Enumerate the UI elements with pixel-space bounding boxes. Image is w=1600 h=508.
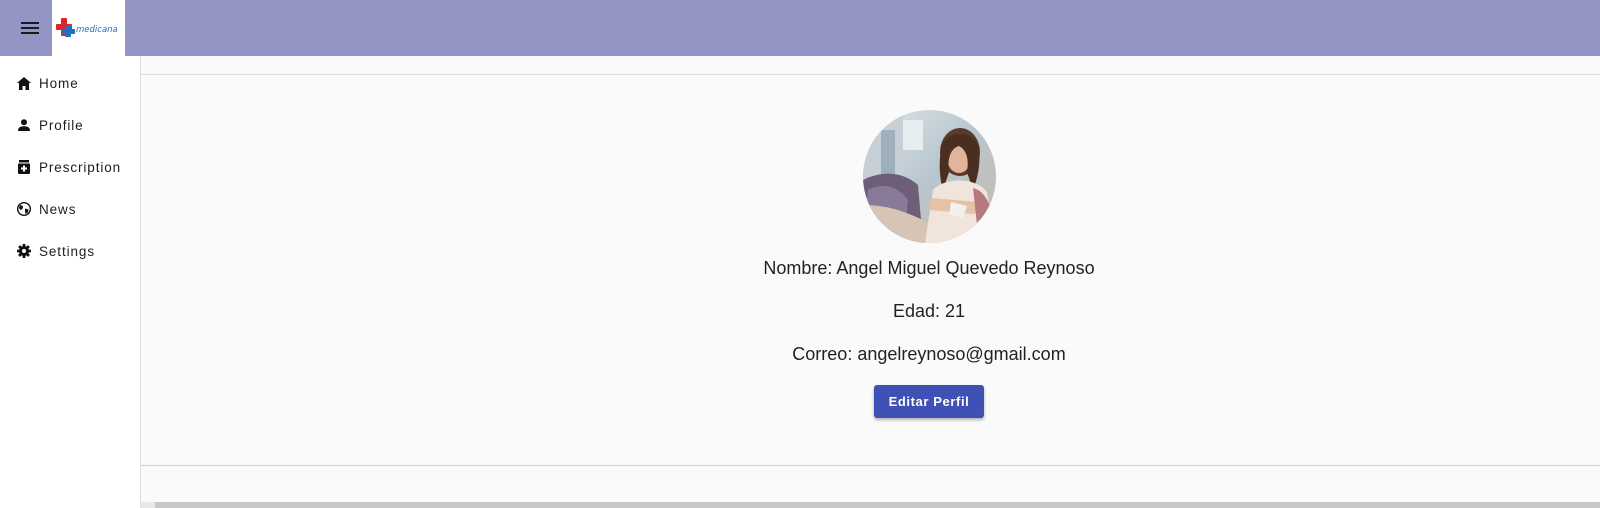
sidebar-item-profile[interactable]: Profile: [0, 107, 140, 143]
app-logo[interactable]: medicana: [52, 0, 125, 56]
medicana-logo: medicana: [55, 18, 118, 37]
sidebar-item-news[interactable]: News: [0, 191, 140, 227]
divider: [141, 74, 1600, 75]
profile-avatar: [863, 110, 996, 243]
menu-toggle-button[interactable]: [14, 14, 46, 42]
sidebar-item-settings[interactable]: Settings: [0, 233, 140, 269]
sidebar-item-label: Profile: [39, 117, 84, 133]
sidebar-item-home[interactable]: Home: [0, 65, 140, 101]
scroll-left-arrow[interactable]: [141, 502, 155, 508]
sidebar-item-label: News: [39, 201, 77, 217]
sidebar-nav: Home Profile Prescription News Settings: [0, 56, 141, 508]
sidebar-item-label: Prescription: [39, 159, 122, 175]
sidebar-item-label: Home: [39, 75, 79, 91]
gear-icon: [16, 243, 32, 259]
profile-email: Correo: angelreynoso@gmail.com: [792, 344, 1066, 364]
medication-icon: [16, 159, 32, 175]
hamburger-menu-icon: [21, 22, 39, 34]
divider: [141, 465, 1600, 466]
main-content: Nombre: Angel Miguel Quevedo Reynoso Eda…: [141, 56, 1600, 508]
sidebar-item-prescription[interactable]: Prescription: [0, 149, 140, 185]
home-icon: [16, 75, 32, 91]
person-icon: [16, 117, 32, 133]
edit-profile-button[interactable]: Editar Perfil: [874, 385, 984, 418]
sidebar-item-label: Settings: [39, 243, 95, 259]
horizontal-scrollbar[interactable]: [141, 502, 1600, 508]
profile-name: Nombre: Angel Miguel Quevedo Reynoso: [763, 258, 1095, 278]
profile-age: Edad: 21: [892, 301, 966, 321]
svg-text:medicana: medicana: [76, 25, 118, 35]
globe-icon: [16, 201, 32, 217]
top-app-bar: medicana: [0, 0, 1600, 56]
